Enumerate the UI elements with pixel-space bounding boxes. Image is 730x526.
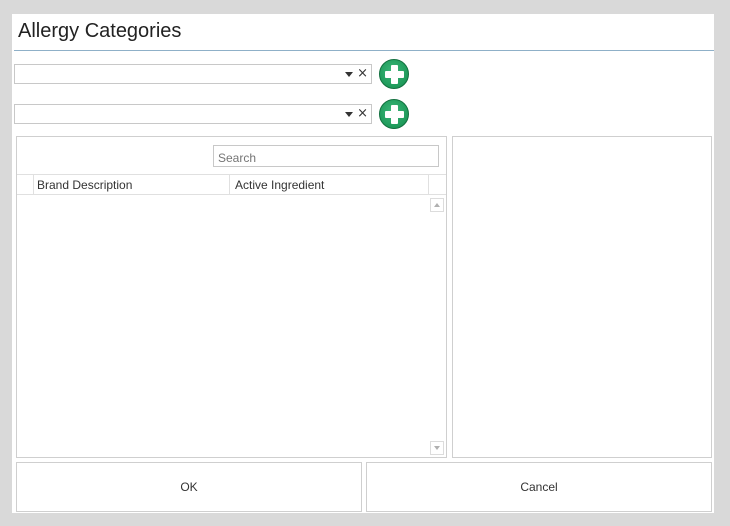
- search-input[interactable]: [213, 145, 439, 167]
- clear-icon[interactable]: ×: [357, 106, 368, 122]
- column-header-filler: [429, 175, 446, 194]
- category-combobox-2[interactable]: ×: [14, 104, 372, 124]
- selected-items-panel: [452, 136, 712, 458]
- cancel-button[interactable]: Cancel: [366, 462, 712, 512]
- category-combobox-1[interactable]: ×: [14, 64, 372, 84]
- chevron-down-icon[interactable]: [345, 112, 353, 117]
- grid-header: Brand Description Active Ingredient: [17, 174, 446, 195]
- plus-icon-bar: [385, 71, 404, 78]
- scroll-down-button[interactable]: [430, 441, 444, 455]
- clear-icon[interactable]: ×: [357, 66, 368, 82]
- add-category-button-1[interactable]: [379, 59, 409, 89]
- allergy-categories-dialog: Allergy Categories × × Brand Description…: [12, 14, 714, 513]
- row-selector-header[interactable]: [17, 175, 34, 194]
- ok-button[interactable]: OK: [16, 462, 362, 512]
- title-divider: [14, 50, 714, 51]
- scroll-up-button[interactable]: [430, 198, 444, 212]
- dialog-title: Allergy Categories: [18, 20, 182, 42]
- drug-list-panel: Brand Description Active Ingredient: [16, 136, 447, 458]
- add-category-button-2[interactable]: [379, 99, 409, 129]
- column-header-active-ingredient[interactable]: Active Ingredient: [231, 175, 429, 194]
- chevron-down-icon[interactable]: [345, 72, 353, 77]
- column-header-brand-description[interactable]: Brand Description: [33, 175, 230, 194]
- plus-icon-bar: [385, 111, 404, 118]
